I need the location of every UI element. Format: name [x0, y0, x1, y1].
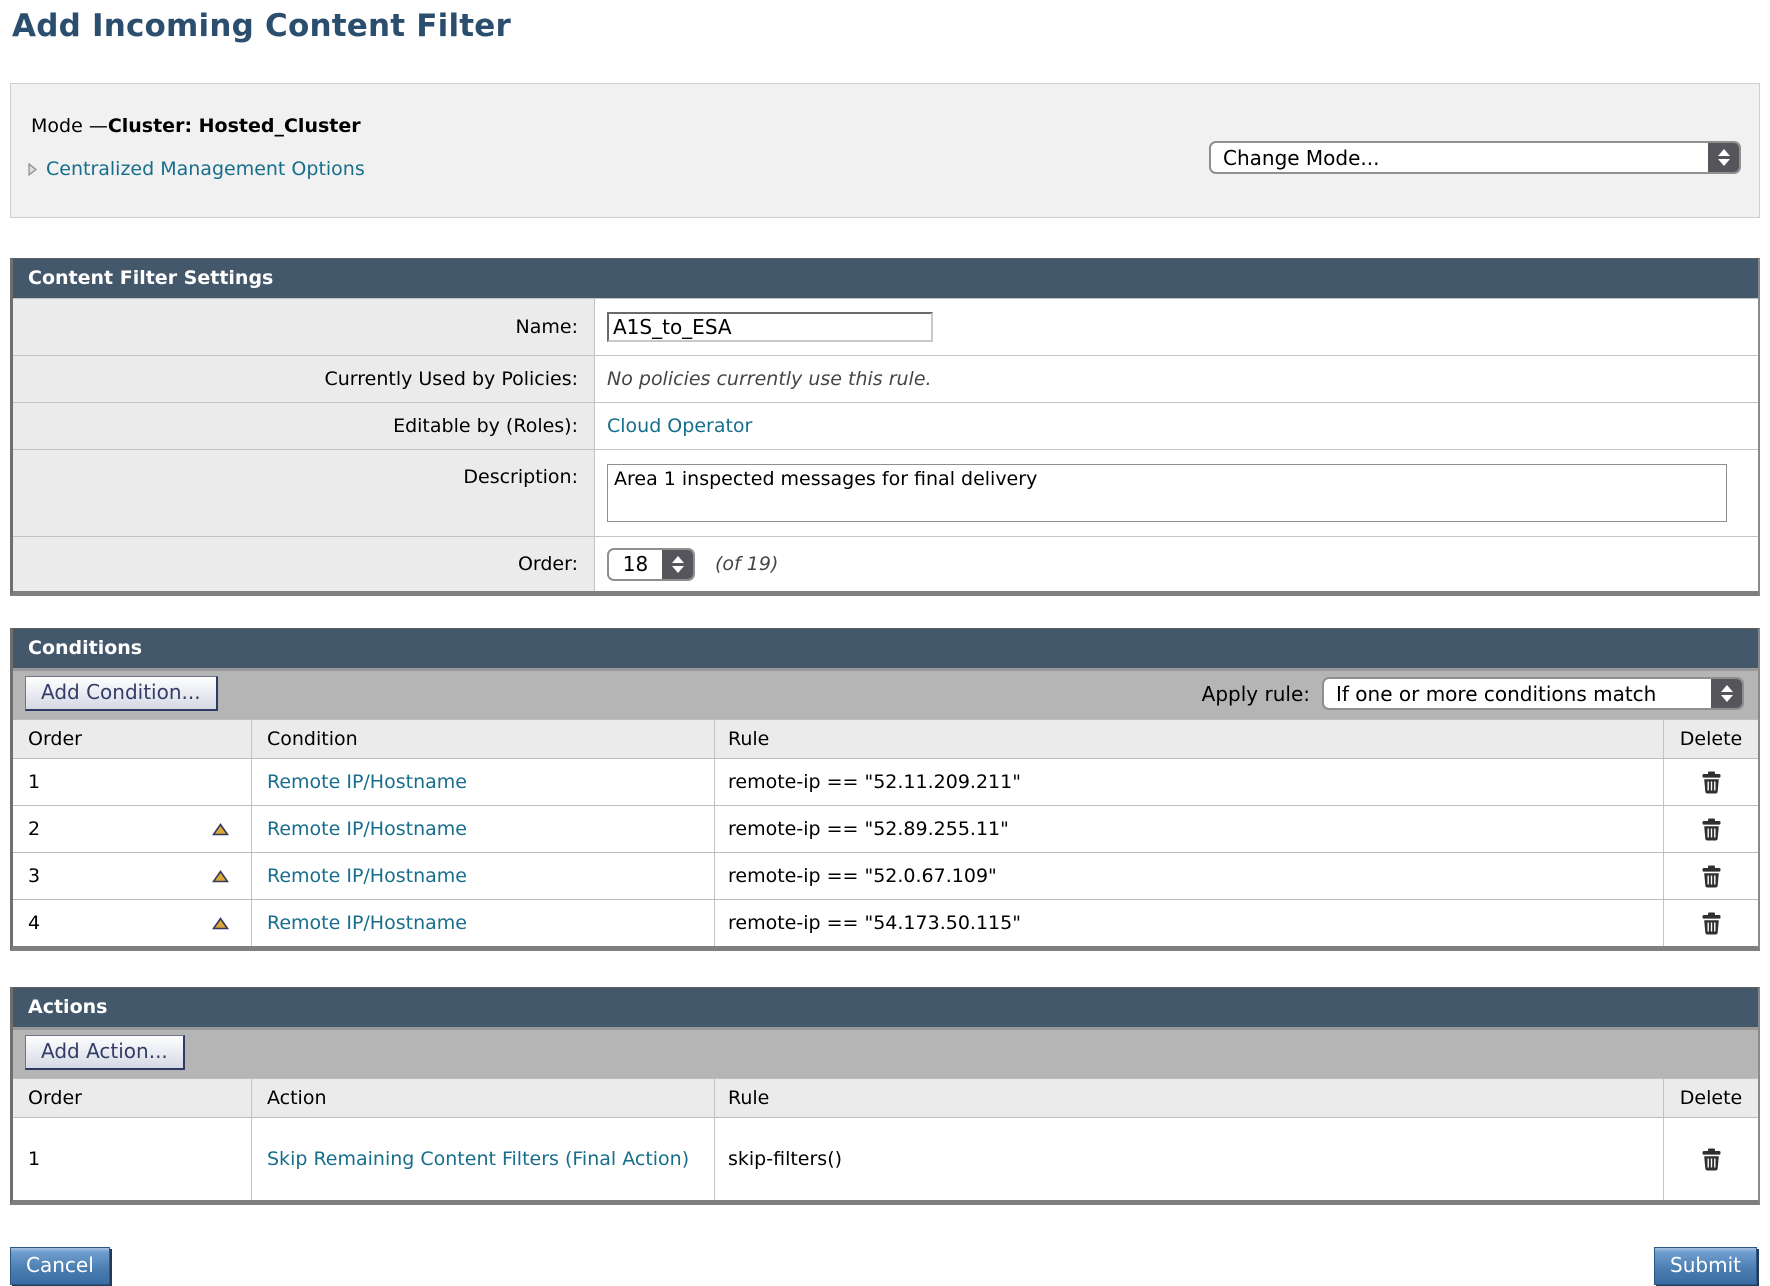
condition-rule: remote-ip == "54.173.50.115": [728, 912, 1021, 934]
content-filter-settings-panel: Content Filter Settings Name: Currently …: [10, 258, 1760, 596]
conditions-header-row: Order Condition Rule Delete: [13, 719, 1758, 758]
apply-rule-label: Apply rule:: [1202, 682, 1310, 706]
trash-icon: [1701, 771, 1722, 794]
order-stepper[interactable]: 18: [607, 548, 695, 581]
col-rule: Rule: [715, 1079, 1664, 1117]
delete-button[interactable]: [1701, 818, 1722, 841]
trash-icon: [1701, 912, 1722, 935]
policies-label: Currently Used by Policies:: [13, 356, 595, 402]
condition-order: 2: [28, 818, 40, 840]
add-action-button[interactable]: Add Action...: [25, 1035, 185, 1070]
trash-icon: [1701, 1148, 1722, 1171]
col-rule: Rule: [715, 720, 1664, 758]
condition-row: 2 Remote IP/Hostname remote-ip == "52.89…: [13, 805, 1758, 852]
name-label: Name:: [13, 299, 595, 355]
condition-rule: remote-ip == "52.0.67.109": [728, 865, 997, 887]
add-condition-button[interactable]: Add Condition...: [25, 676, 218, 711]
action-link[interactable]: Skip Remaining Content Filters (Final Ac…: [267, 1143, 709, 1176]
mode-separator: —: [89, 115, 108, 137]
condition-link[interactable]: Remote IP/Hostname: [267, 813, 487, 846]
order-value: 18: [609, 550, 662, 579]
condition-order: 3: [28, 865, 40, 887]
apply-rule-group: Apply rule: If one or more conditions ma…: [1202, 677, 1744, 710]
order-of-note: (of 19): [715, 553, 778, 575]
mode-label: Mode: [31, 115, 89, 137]
mode-line: Mode —Cluster: Hosted_Cluster: [11, 84, 1759, 137]
cloud-operator-link[interactable]: Cloud Operator: [607, 415, 752, 437]
gold-up-arrow-icon: [212, 823, 229, 836]
move-up-button[interactable]: [212, 823, 229, 836]
gold-up-arrow-icon: [212, 870, 229, 883]
condition-row: 1 Remote IP/Hostname remote-ip == "52.11…: [13, 758, 1758, 805]
condition-rule: remote-ip == "52.89.255.11": [728, 818, 1009, 840]
up-down-chevrons-icon: [662, 550, 693, 579]
page-title: Add Incoming Content Filter: [12, 8, 1760, 44]
change-mode-select[interactable]: Change Mode...: [1209, 141, 1741, 174]
col-order: Order: [13, 720, 252, 758]
col-condition: Condition: [252, 720, 715, 758]
action-rule: skip-filters(): [728, 1148, 842, 1170]
change-mode-select-value: Change Mode...: [1211, 143, 1708, 172]
actions-toolbar: Add Action...: [13, 1027, 1758, 1078]
delete-button[interactable]: [1701, 912, 1722, 935]
move-up-button[interactable]: [212, 870, 229, 883]
col-order: Order: [13, 1079, 252, 1117]
condition-rule: remote-ip == "52.11.209.211": [728, 771, 1021, 793]
footer: Cancel Submit: [10, 1247, 1760, 1285]
policies-row: Currently Used by Policies: No policies …: [13, 355, 1758, 402]
cancel-button[interactable]: Cancel: [10, 1247, 110, 1285]
delete-button[interactable]: [1701, 771, 1722, 794]
mode-box: Mode —Cluster: Hosted_Cluster Centralize…: [10, 83, 1760, 218]
col-delete: Delete: [1664, 720, 1758, 758]
condition-link[interactable]: Remote IP/Hostname: [267, 766, 487, 799]
condition-row: 4 Remote IP/Hostname remote-ip == "54.17…: [13, 899, 1758, 946]
actions-panel: Actions Add Action... Order Action Rule …: [10, 987, 1760, 1205]
description-textarea[interactable]: Area 1 inspected messages for final deli…: [607, 464, 1727, 522]
col-delete: Delete: [1664, 1079, 1758, 1117]
name-input[interactable]: [607, 312, 933, 342]
description-label: Description:: [13, 450, 595, 536]
condition-link[interactable]: Remote IP/Hostname: [267, 860, 487, 893]
col-action: Action: [252, 1079, 715, 1117]
conditions-toolbar: Add Condition... Apply rule: If one or m…: [13, 668, 1758, 719]
trash-icon: [1701, 865, 1722, 888]
delete-button[interactable]: [1701, 865, 1722, 888]
description-row: Description: Area 1 inspected messages f…: [13, 449, 1758, 536]
action-order: 1: [28, 1148, 40, 1170]
condition-row: 3 Remote IP/Hostname remote-ip == "52.0.…: [13, 852, 1758, 899]
order-label: Order:: [13, 537, 595, 591]
up-down-chevrons-icon: [1711, 679, 1742, 708]
move-up-button[interactable]: [212, 917, 229, 930]
conditions-panel-header: Conditions: [13, 629, 1758, 668]
action-row: 1 Skip Remaining Content Filters (Final …: [13, 1117, 1758, 1200]
conditions-panel: Conditions Add Condition... Apply rule: …: [10, 628, 1760, 951]
actions-header-row: Order Action Rule Delete: [13, 1078, 1758, 1117]
condition-link[interactable]: Remote IP/Hostname: [267, 907, 487, 940]
editable-label: Editable by (Roles):: [13, 403, 595, 449]
up-down-chevrons-icon: [1708, 143, 1739, 172]
apply-rule-select-value: If one or more conditions match: [1324, 679, 1711, 708]
actions-panel-header: Actions: [13, 988, 1758, 1027]
name-row: Name:: [13, 298, 1758, 355]
settings-panel-header: Content Filter Settings: [13, 259, 1758, 298]
order-row: Order: 18 (of 19): [13, 536, 1758, 591]
submit-button[interactable]: Submit: [1654, 1247, 1757, 1285]
policies-value: No policies currently use this rule.: [607, 368, 932, 390]
right-triangle-icon: [28, 163, 37, 176]
page: Add Incoming Content Filter Mode —Cluste…: [0, 0, 1770, 1285]
mode-value: Cluster: Hosted_Cluster: [108, 115, 361, 137]
centralized-management-options-link[interactable]: Centralized Management Options: [46, 158, 365, 180]
gold-up-arrow-icon: [212, 917, 229, 930]
condition-order: 1: [28, 771, 40, 793]
trash-icon: [1701, 818, 1722, 841]
apply-rule-select[interactable]: If one or more conditions match: [1322, 677, 1744, 710]
condition-order: 4: [28, 912, 40, 934]
delete-button[interactable]: [1701, 1148, 1722, 1171]
editable-row: Editable by (Roles): Cloud Operator: [13, 402, 1758, 449]
